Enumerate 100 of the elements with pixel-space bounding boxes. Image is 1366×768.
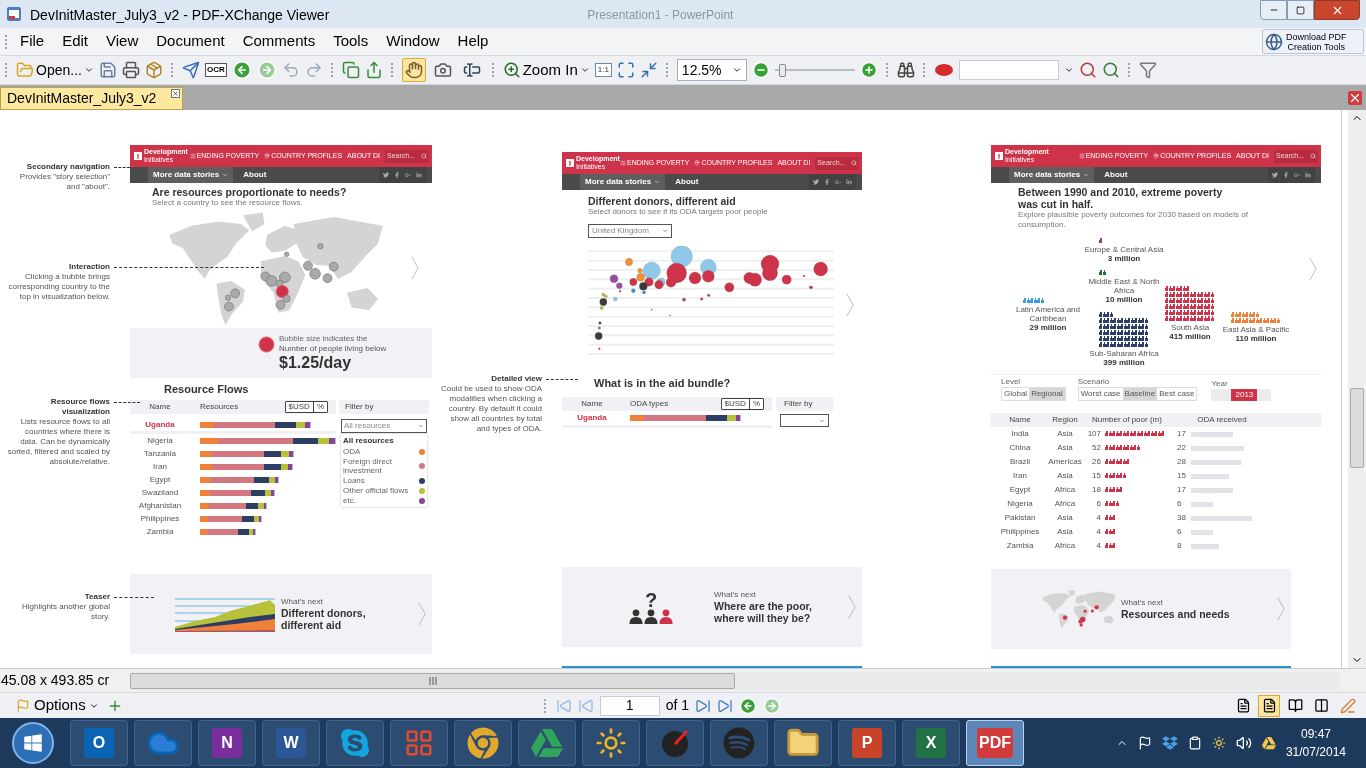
menu-item[interactable]: File [11, 30, 54, 53]
about-link[interactable]: About [243, 169, 267, 181]
table-row[interactable]: Egypt [130, 473, 336, 486]
teaser-card[interactable]: What’s next Resources and needs [991, 569, 1291, 649]
page-number-field[interactable]: 1 [599, 695, 660, 716]
table-row[interactable]: Uganda [130, 418, 336, 431]
menu-heading: All resources [343, 436, 395, 446]
stories-dropdown[interactable]: More data stories [580, 174, 666, 190]
year-slider[interactable]: 2013 [1211, 389, 1272, 401]
app-logo-icon: PDF [977, 728, 1013, 758]
menu-item[interactable]: Window [377, 30, 449, 53]
taskbar-app[interactable]: W [262, 720, 320, 766]
country-name: Uganda [144, 418, 176, 431]
region-value: 110 million [1235, 334, 1277, 343]
year-thumb[interactable]: 2013 [1231, 389, 1258, 401]
filter-option[interactable]: Other official flows [343, 486, 425, 495]
teaser-title: Different donors, different aid [281, 607, 367, 631]
document-tab[interactable]: DevInitMaster_July3_v2 [0, 87, 183, 110]
column-header: Resources [200, 401, 239, 413]
table-row[interactable]: Tanzania [130, 447, 336, 460]
ocr-button[interactable]: OCR [204, 63, 227, 77]
app-logo-icon: X [916, 728, 946, 758]
country-name: Nigeria [146, 434, 174, 447]
teaser-card[interactable]: What’s next Different donors, different aid [130, 574, 432, 654]
table-row[interactable]: Swaziland [130, 486, 336, 499]
options-button[interactable]: Options [34, 694, 99, 717]
region-value: 29 million [1029, 323, 1067, 332]
download-button[interactable]: Download PDF Creation Tools [1262, 29, 1364, 54]
table-cell-text: Asia [1056, 428, 1074, 440]
segment-option[interactable]: Baseline [1122, 388, 1158, 400]
stories-dropdown[interactable]: More data stories [148, 167, 234, 183]
taskbar-app[interactable]: X [902, 720, 960, 766]
filter-header: Filter by [776, 397, 833, 411]
donor-select[interactable]: United Kingdom [588, 224, 672, 238]
control-label: Scenario [1077, 377, 1111, 387]
column-header: Number of poor (m) [1091, 414, 1163, 426]
teaser-kicker: What’s next [281, 597, 324, 607]
taskbar-app[interactable]: O [70, 720, 128, 766]
menu-item[interactable]: View [97, 30, 148, 53]
about-link[interactable]: About [675, 176, 699, 188]
filter-option[interactable]: etc. [343, 496, 425, 505]
menu-item[interactable]: Edit [53, 30, 98, 53]
table-row[interactable]: Nigeria [130, 434, 336, 447]
table-cell-text: 17 [1177, 484, 1187, 496]
table-row[interactable]: Philippines [130, 512, 336, 525]
page-dimensions: 45.08 x 493.85 cr [0, 671, 111, 690]
region-value: 3 million [1107, 254, 1141, 263]
table-cell-text: China [1008, 442, 1032, 454]
app-logo-icon: O [84, 728, 114, 758]
region-name: South Asia [1170, 323, 1210, 332]
annotation-text: Highlights another global story. [20, 602, 110, 622]
table-cell-text: Egypt [1008, 484, 1032, 496]
download-label: Download PDF [1286, 31, 1347, 42]
teaser-card[interactable]: ? What’s next Where are the poor, where will they be? [562, 567, 862, 647]
unit-option[interactable]: $USD [721, 399, 749, 409]
filter-option[interactable]: Foreign direct investment [343, 457, 425, 475]
actual-size-button[interactable]: 1:1 [594, 63, 612, 77]
about-link[interactable]: About [1104, 169, 1128, 181]
filter-option[interactable]: ODA [343, 447, 425, 456]
unit-option[interactable]: $USD [285, 402, 313, 412]
table-cell-text: 6 [1095, 498, 1101, 510]
taskbar-app[interactable]: P [838, 720, 896, 766]
zoom-field[interactable]: 12.5% [676, 59, 747, 81]
table-cell-text: 28 [1177, 456, 1187, 468]
menu-item[interactable]: Help [448, 30, 498, 53]
table-cell-text: 22 [1177, 442, 1187, 454]
table-row[interactable]: Iran [130, 460, 336, 473]
app-logo-icon: P [852, 728, 882, 758]
stories-dropdown[interactable]: More data stories [1009, 167, 1095, 183]
table-row[interactable]: Uganda [562, 411, 772, 428]
page-subtitle: Explore plausible poverty outcomes for 2030 based on models of consumption. [1018, 210, 1249, 230]
unit-option[interactable]: % [748, 399, 763, 409]
table-row[interactable]: Zambia [130, 525, 336, 538]
taskbar-app[interactable]: PDF [966, 720, 1024, 766]
page-title: Are resources proportionate to needs? [152, 186, 348, 198]
app-logo-icon: N [212, 728, 242, 758]
menu-item[interactable]: Document [147, 30, 234, 53]
country-name: Swaziland [140, 486, 180, 499]
filter-select[interactable]: All resources [341, 419, 427, 433]
table-cell-text: 4 [1095, 512, 1101, 524]
section-title: What is in the aid bundle? [594, 377, 732, 389]
annotation-title: Resource flows visualization [49, 397, 110, 417]
country-name: Egypt [148, 473, 172, 486]
filter-option[interactable]: Loans [343, 476, 425, 485]
table-cell-text: Asia [1056, 470, 1074, 482]
open-button[interactable]: Open... [16, 59, 94, 81]
taskbar-app[interactable]: N [198, 720, 256, 766]
unit-option[interactable]: % [312, 402, 327, 412]
table-row[interactable]: Afghanistan [130, 499, 336, 512]
table-cell-text: Asia [1056, 512, 1074, 524]
segment-option[interactable]: Regional [1029, 388, 1065, 400]
annotation-text: Provides "story selection" and "about". [18, 172, 110, 192]
menu-item[interactable]: Tools [324, 30, 378, 53]
zoom-in-button[interactable]: Zoom In [502, 58, 590, 82]
country-name: Iran [152, 460, 168, 473]
menu-item[interactable]: Comments [233, 30, 325, 53]
table-cell-text: Brazil [1009, 456, 1031, 468]
filter-header: Filter by [339, 400, 429, 414]
table-cell-text: 8 [1177, 540, 1183, 552]
table-cell-text: Iran [1012, 470, 1028, 482]
